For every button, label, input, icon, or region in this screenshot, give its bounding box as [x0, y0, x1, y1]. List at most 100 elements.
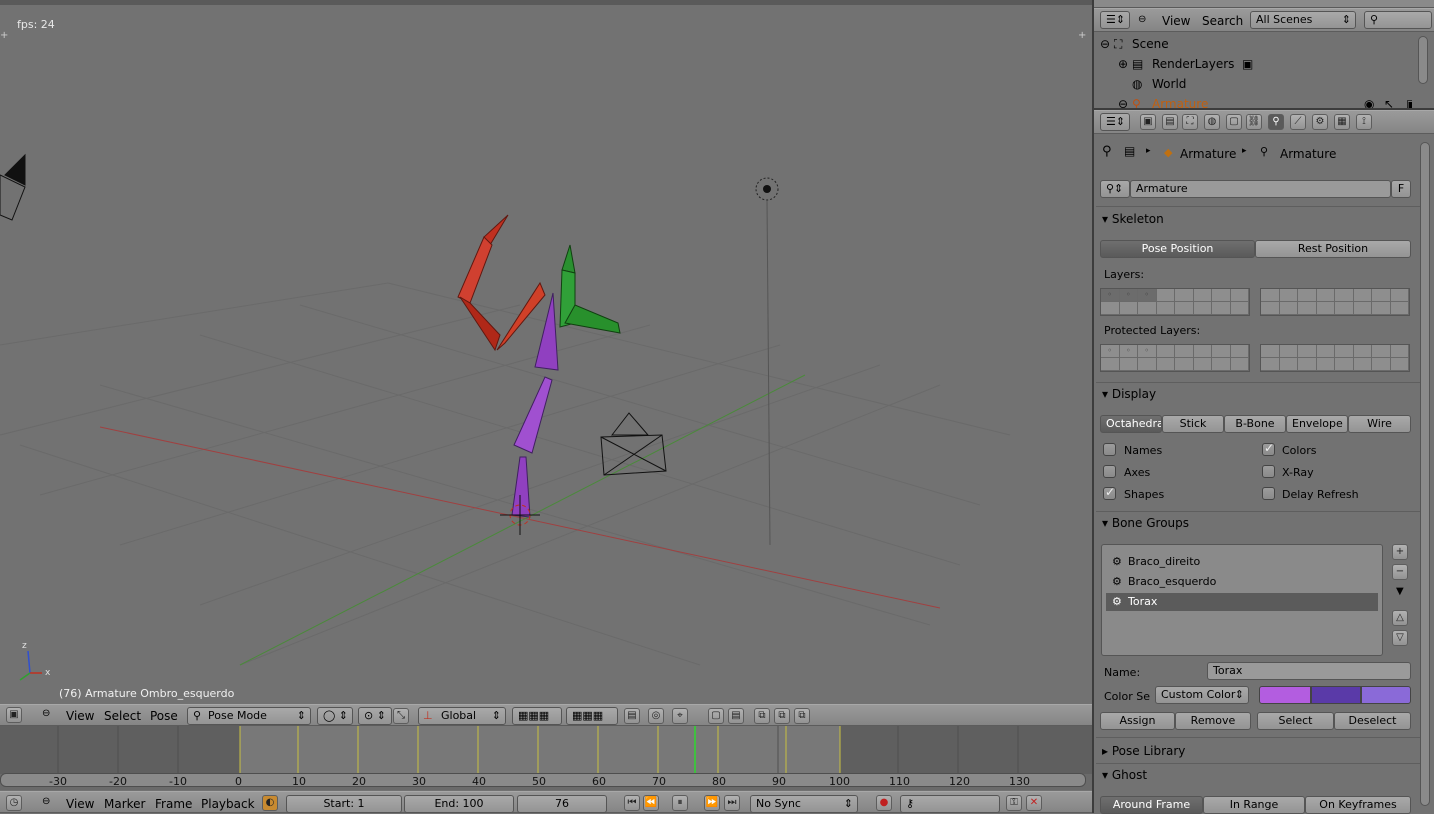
display-wire-button[interactable]: Wire	[1348, 415, 1411, 433]
3d-viewport[interactable]: fps: 24 z x (76) Armature Ombro_esquerdo…	[0, 0, 1092, 704]
display-mode-select[interactable]: All Scenes ⇕	[1250, 11, 1356, 29]
outliner-row-world[interactable]: ◍ World	[1094, 74, 1412, 94]
jump-end-icon[interactable]: ⏭	[724, 795, 740, 811]
protected-layers-grid-b[interactable]	[1260, 344, 1410, 372]
texture-tab-icon[interactable]: ▦	[1334, 114, 1350, 130]
keying-set-field[interactable]: ⚷	[900, 795, 1000, 813]
menu-view[interactable]: View	[66, 709, 94, 723]
axes-checkbox[interactable]	[1103, 465, 1116, 478]
expand-toggle-icon[interactable]: ⊕	[1118, 54, 1128, 74]
color-set-select[interactable]: Custom Color ⇕	[1155, 686, 1249, 704]
jump-prev-key-icon[interactable]: ⏪	[643, 795, 659, 811]
delay-refresh-checkbox[interactable]	[1262, 487, 1275, 500]
display-stick-button[interactable]: Stick	[1162, 415, 1224, 433]
collapse-menus-icon[interactable]: ⊖	[42, 708, 50, 719]
jump-start-icon[interactable]: ⏮	[624, 795, 640, 811]
end-frame-field[interactable]: End: 100	[404, 795, 514, 813]
outliner-row-scene[interactable]: ⊖ ⛶ Scene	[1094, 34, 1412, 54]
transform-orientation-select[interactable]: ⊥ Global ⇕	[418, 707, 506, 725]
insert-keyframe-icon[interactable]: ⚿	[1006, 795, 1022, 811]
timeline-canvas[interactable]	[0, 726, 1092, 774]
shapes-checkbox[interactable]	[1103, 485, 1116, 500]
outliner-scrollbar[interactable]	[1418, 36, 1428, 84]
scene-layers-b[interactable]: ▦▦▦	[566, 707, 618, 725]
pause-icon[interactable]: ⏸	[672, 795, 688, 811]
pose-library-panel-header[interactable]: ▸ Pose Library	[1102, 744, 1185, 758]
bone-groups-list[interactable]: ⚙ Braco_direito ⚙ Braco_esquerdo ⚙ Torax	[1101, 544, 1383, 656]
xray-checkbox[interactable]	[1262, 465, 1275, 478]
area-divider-horizontal[interactable]	[1094, 108, 1434, 110]
move-up-icon[interactable]: △	[1392, 610, 1408, 626]
render-opengl-icon[interactable]: ▢	[708, 708, 724, 724]
menu-playback[interactable]: Playback	[201, 797, 255, 811]
ghost-on-keyframes-button[interactable]: On Keyframes	[1305, 796, 1411, 814]
properties-editor-select[interactable]: ☰⇕	[1100, 113, 1130, 131]
display-octahedral-button[interactable]: Octahedral	[1100, 415, 1162, 433]
constraints-tab-icon[interactable]: ⛓	[1246, 114, 1262, 130]
bone-tab-icon[interactable]: ⟋	[1290, 114, 1306, 130]
select-cursor-icon[interactable]: ↖	[1384, 94, 1394, 108]
editor-type-icon[interactable]: ▣	[6, 707, 22, 723]
bone-groups-panel-header[interactable]: ▾ Bone Groups	[1102, 516, 1189, 530]
pivot-point-select[interactable]: ⊙ ⇕	[358, 707, 392, 725]
display-panel-header[interactable]: ▾ Display	[1102, 387, 1156, 401]
menu-marker[interactable]: Marker	[104, 797, 145, 811]
add-icon[interactable]: +	[1392, 544, 1408, 560]
datablock-browse[interactable]: ⚲⇕	[1100, 180, 1130, 198]
bone-layers-grid-b[interactable]	[1260, 288, 1410, 316]
assign-button[interactable]: Assign	[1100, 712, 1175, 730]
normal-color-swatch[interactable]	[1259, 686, 1311, 704]
menu-select[interactable]: Select	[104, 709, 141, 723]
mode-select[interactable]: ⚲ Pose Mode ⇕	[187, 707, 311, 725]
viewport-canvas[interactable]	[0, 5, 1092, 704]
proportional-edit-icon[interactable]: ◎	[648, 708, 664, 724]
outliner-row-renderlayers[interactable]: ⊕ ▤ RenderLayers ▣	[1094, 54, 1412, 74]
copy-pose-icon[interactable]: ⧉	[754, 708, 770, 724]
menu-frame[interactable]: Frame	[155, 797, 192, 811]
menu-view[interactable]: View	[1162, 14, 1190, 28]
armature-data-tab-icon[interactable]: ⚲	[1268, 114, 1284, 130]
visibility-eye-icon[interactable]: ◉	[1364, 94, 1374, 108]
ghost-around-frame-button[interactable]: Around Frame	[1100, 796, 1203, 814]
pose-position-button[interactable]: Pose Position	[1100, 240, 1255, 258]
snap-icon[interactable]: ⌖	[672, 708, 688, 724]
current-frame-field[interactable]: 76	[517, 795, 607, 813]
render-tab-icon[interactable]: ▣	[1140, 114, 1156, 130]
display-envelope-button[interactable]: Envelope	[1286, 415, 1348, 433]
outliner[interactable]: ☰⇕ ⊖ View Search All Scenes ⇕ ⚲ ⊖ ⛶ Scen…	[1094, 8, 1434, 108]
lock-layers-icon[interactable]: ▤	[624, 708, 640, 724]
jump-next-key-icon[interactable]: ⏩	[704, 795, 720, 811]
fake-user-button[interactable]: F	[1391, 180, 1411, 198]
list-item[interactable]: ⚙ Torax	[1106, 593, 1378, 611]
deselect-button[interactable]: Deselect	[1334, 712, 1411, 730]
rest-position-button[interactable]: Rest Position	[1255, 240, 1411, 258]
properties-editor[interactable]: ☰⇕ ▣ ▤ ⛶ ◍ ▢ ⛓ ⚲ ⟋ ⚙ ▦ ⟟ ⚲ ▤ ▸ ◆ Armatur…	[1094, 110, 1434, 814]
outliner-search-input[interactable]: ⚲	[1364, 11, 1432, 29]
bone-constraints-tab-icon[interactable]: ⚙	[1312, 114, 1328, 130]
pin-icon[interactable]: ⚲	[1102, 144, 1112, 159]
collapse-toggle-icon[interactable]: ⊖	[1100, 34, 1110, 54]
collapse-menus-icon[interactable]: ⊖	[1138, 14, 1146, 25]
manipulator-toggle-icon[interactable]: ⤡	[393, 708, 409, 724]
paste-pose-icon[interactable]: ⧉	[774, 708, 790, 724]
datablock-name-field[interactable]: Armature	[1130, 180, 1391, 198]
colors-checkbox[interactable]	[1262, 441, 1275, 456]
world-tab-icon[interactable]: ◍	[1204, 114, 1220, 130]
start-frame-field[interactable]: Start: 1	[286, 795, 402, 813]
names-checkbox[interactable]	[1103, 443, 1116, 456]
protected-layers-grid-a[interactable]: ◦ ◦ ◦	[1100, 344, 1250, 372]
preview-range-icon[interactable]: ◐	[262, 795, 278, 811]
list-item[interactable]: ⚙ Braco_esquerdo	[1106, 573, 1378, 591]
menu-view[interactable]: View	[66, 797, 94, 811]
outliner-row-armature[interactable]: ⊖ ⚲ Armature ◉ ↖ ▣	[1094, 94, 1412, 108]
collapse-toggle-icon[interactable]: ⊖	[1118, 94, 1128, 108]
render-camera-icon[interactable]: ▣	[1406, 94, 1412, 108]
render-anim-icon[interactable]: ▤	[728, 708, 744, 724]
timeline-editor-icon[interactable]: ◷	[6, 795, 22, 811]
paste-flipped-icon[interactable]: ⧉	[794, 708, 810, 724]
ghost-panel-header[interactable]: ▾ Ghost	[1102, 768, 1147, 782]
skeleton-panel-header[interactable]: ▾ Skeleton	[1102, 212, 1164, 226]
renderlayers-tab-icon[interactable]: ▤	[1162, 114, 1178, 130]
outliner-editor-select[interactable]: ☰⇕	[1100, 11, 1130, 29]
active-color-swatch[interactable]	[1361, 686, 1411, 704]
